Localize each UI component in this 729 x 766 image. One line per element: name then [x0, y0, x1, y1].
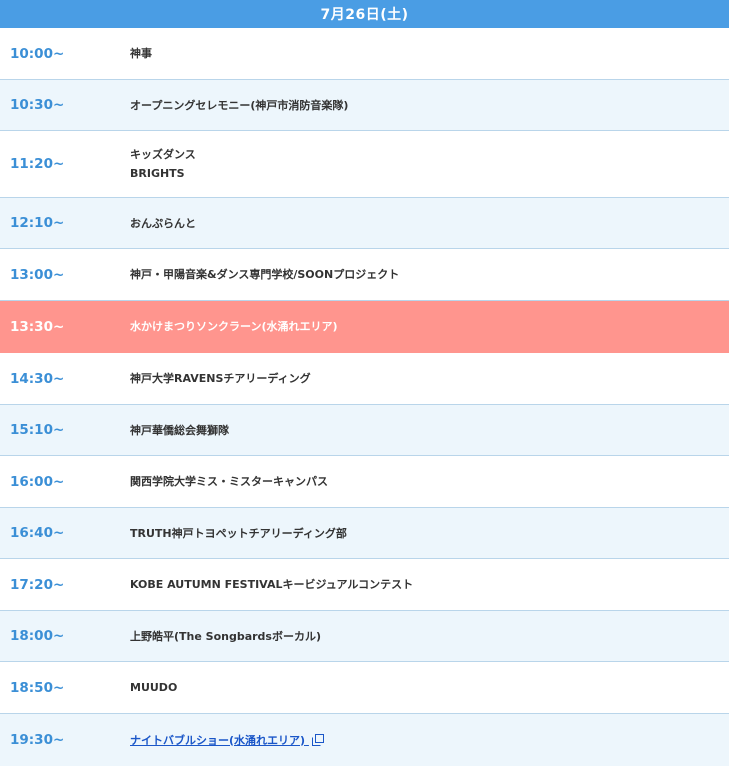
row-event: 神事	[130, 44, 152, 63]
schedule-row: 10:00~ 神事	[0, 28, 729, 80]
event-line: オープニングセレモニー(神戸市消防音楽隊)	[130, 98, 349, 112]
row-event: オープニングセレモニー(神戸市消防音楽隊)	[130, 96, 348, 115]
row-time: 17:20~	[10, 576, 65, 593]
row-event: 神戸大学RAVENSチアリーディング	[130, 369, 311, 388]
schedule-row: 19:30~ ナイトバブルショー(水涌れエリア)	[0, 714, 729, 766]
row-time: 16:40~	[10, 525, 65, 541]
row-time: 13:30~	[10, 318, 65, 335]
event-line: おんぷらんと	[130, 216, 196, 230]
row-time: 13:00~	[10, 266, 65, 283]
schedule-row-highlighted: 13:30~ 水かけまつりソンクラーン(水涌れエリア)	[0, 301, 729, 353]
row-event: TRUTH神戸トヨペットチアリーディング部	[130, 524, 347, 543]
event-line: MUUDO	[130, 681, 178, 694]
schedule-row: 15:10~ 神戸華僑総会舞獅隊	[0, 405, 729, 456]
schedule-table: 7月26日(土) 10:00~ 神事 10:30~ オープニングセレモニー(神戸…	[0, 0, 729, 766]
row-time: 15:10~	[10, 422, 65, 438]
row-event: キッズダンス BRIGHTS	[130, 145, 196, 183]
event-line: 神戸華僑総会舞獅隊	[130, 423, 229, 437]
row-event: 水かけまつりソンクラーン(水涌れエリア)	[130, 317, 338, 336]
row-event: MUUDO	[130, 678, 177, 697]
schedule-row: 16:00~ 関西学院大学ミス・ミスターキャンパス	[0, 456, 729, 508]
row-event: 神戸・甲陽音楽&ダンス専門学校/SOONプロジェクト	[130, 265, 399, 284]
row-time: 11:20~	[10, 156, 65, 172]
schedule-row: 14:30~ 神戸大学RAVENSチアリーディング	[0, 353, 729, 405]
row-event: おんぷらんと	[130, 214, 196, 233]
date-header: 7月26日(土)	[0, 0, 729, 28]
night-bubble-show-link[interactable]: ナイトバブルショー(水涌れエリア)	[130, 734, 309, 747]
event-line: 関西学院大学ミス・ミスターキャンパス	[130, 475, 328, 488]
event-line: KOBE AUTUMN FESTIVALキービジュアルコンテスト	[130, 578, 414, 591]
event-line: 神戸・甲陽音楽&ダンス専門学校/SOONプロジェクト	[130, 268, 400, 281]
event-line: 水かけまつりソンクラーン(水涌れエリア)	[130, 320, 338, 333]
row-time: 14:30~	[10, 370, 65, 387]
schedule-row: 17:20~ KOBE AUTUMN FESTIVALキービジュアルコンテスト	[0, 559, 729, 611]
event-line: 神事	[130, 47, 152, 60]
event-line: 神戸大学RAVENSチアリーディング	[130, 372, 311, 385]
row-time: 19:30~	[10, 732, 65, 748]
row-time: 16:00~	[10, 473, 65, 490]
row-event: 上野皓平(The Songbardsボーカル)	[130, 627, 321, 646]
schedule-row: 18:50~ MUUDO	[0, 662, 729, 714]
event-line: BRIGHTS	[130, 167, 185, 180]
event-link-label[interactable]: ナイトバブルショー(水涌れエリア)	[130, 734, 305, 747]
schedule-row: 16:40~ TRUTH神戸トヨペットチアリーディング部	[0, 508, 729, 559]
row-event: ナイトバブルショー(水涌れエリア)	[130, 731, 324, 750]
row-time: 10:00~	[10, 45, 65, 62]
external-link-icon[interactable]	[311, 733, 324, 746]
schedule-row: 11:20~ キッズダンス BRIGHTS	[0, 131, 729, 198]
schedule-row: 18:00~ 上野皓平(The Songbardsボーカル)	[0, 611, 729, 662]
row-time: 12:10~	[10, 215, 65, 231]
row-time: 10:30~	[10, 97, 65, 113]
date-header-label: 7月26日(土)	[320, 7, 409, 23]
row-time: 18:50~	[10, 679, 65, 696]
schedule-row: 13:00~ 神戸・甲陽音楽&ダンス専門学校/SOONプロジェクト	[0, 249, 729, 301]
row-event: 関西学院大学ミス・ミスターキャンパス	[130, 472, 328, 491]
row-time: 18:00~	[10, 628, 65, 644]
event-line: TRUTH神戸トヨペットチアリーディング部	[130, 526, 347, 540]
event-line: キッズダンス	[130, 148, 196, 161]
schedule-row: 10:30~ オープニングセレモニー(神戸市消防音楽隊)	[0, 80, 729, 131]
row-event: 神戸華僑総会舞獅隊	[130, 421, 229, 440]
schedule-row: 12:10~ おんぷらんと	[0, 198, 729, 249]
row-event: KOBE AUTUMN FESTIVALキービジュアルコンテスト	[130, 575, 413, 594]
event-line: 上野皓平(The Songbardsボーカル)	[130, 629, 322, 643]
